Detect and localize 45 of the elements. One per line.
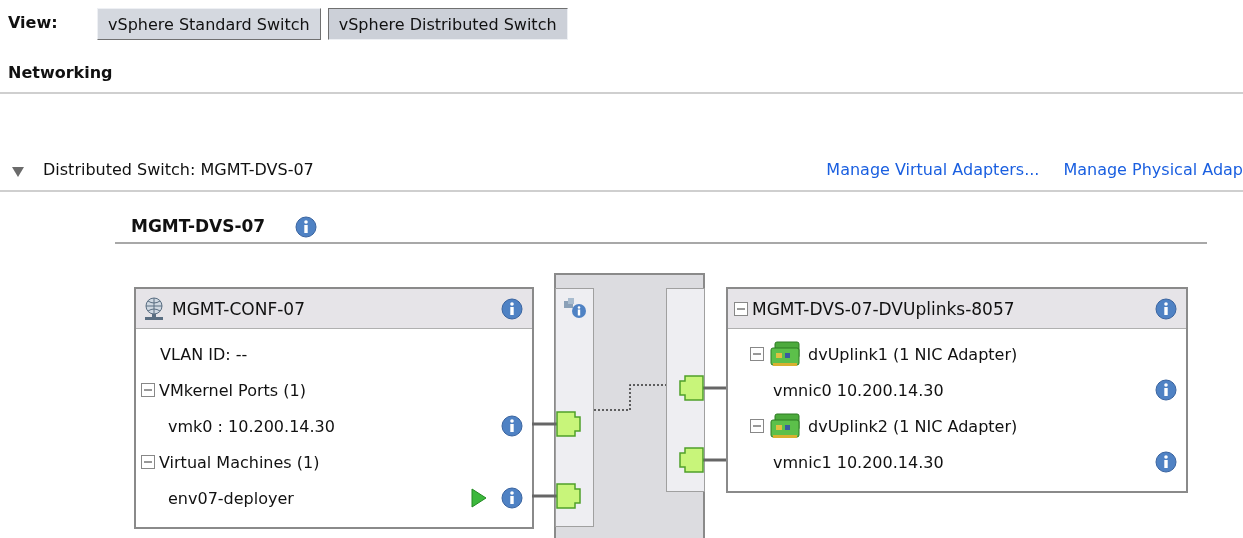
view-toggle-button[interactable]: vSphere Distributed Switch — [327, 8, 568, 40]
connector-line — [703, 458, 726, 462]
port-icon[interactable] — [679, 447, 704, 473]
info-icon[interactable] — [1155, 297, 1177, 320]
port-item: env07-deployer — [168, 488, 294, 508]
manage-link[interactable]: Manage Virtual Adapters... — [826, 160, 1040, 179]
connector-line — [532, 494, 557, 498]
info-icon[interactable] — [501, 297, 523, 320]
collapse-toggle-icon[interactable] — [734, 301, 748, 316]
switch-heading: Distributed Switch: MGMT-DVS-07 — [43, 160, 314, 179]
info-icon[interactable] — [1155, 379, 1177, 401]
view-toggle-button[interactable]: vSphere Standard Switch — [97, 8, 321, 40]
play-icon — [471, 488, 487, 508]
collapse-toggle-icon[interactable] — [141, 383, 155, 397]
info-icon[interactable] — [501, 415, 523, 437]
uplink-name: dvUplink2 (1 NIC Adapter) — [808, 416, 1018, 436]
info-icon[interactable] — [295, 216, 318, 238]
network-card-icon — [770, 412, 802, 440]
connector-line — [532, 422, 557, 426]
section-title: Networking — [8, 63, 113, 82]
vlan-id: VLAN ID: -- — [160, 344, 248, 364]
switch-name: MGMT-DVS-07 — [131, 216, 266, 236]
collapse-toggle-icon[interactable] — [750, 419, 764, 433]
uplink-name: dvUplink1 (1 NIC Adapter) — [808, 344, 1018, 364]
port-item: vmk0 : 10.200.14.30 — [168, 416, 335, 436]
collapse-toggle-icon[interactable] — [750, 347, 764, 361]
port-icon[interactable] — [679, 375, 704, 401]
network-globe-icon — [142, 296, 166, 321]
section-label: Virtual Machines (1) — [159, 452, 320, 472]
adapter-item: vmnic1 10.200.14.30 — [773, 452, 944, 472]
manage-link[interactable]: Manage Physical Adap — [1063, 160, 1243, 179]
port-icon[interactable] — [556, 483, 581, 509]
disclosure-triangle-icon[interactable] — [11, 164, 25, 178]
connector-line — [703, 386, 726, 390]
info-icon[interactable] — [1155, 451, 1177, 473]
view-label: View: — [8, 12, 59, 34]
info-icon[interactable] — [501, 487, 523, 509]
port-info-icon[interactable] — [562, 297, 588, 319]
port-group-name: MGMT-CONF-07 — [172, 298, 305, 319]
port-icon[interactable] — [556, 411, 581, 437]
uplink-group-name: MGMT-DVS-07-DVUplinks-8057 — [752, 298, 1015, 319]
network-card-icon — [770, 340, 802, 368]
adapter-item: vmnic0 10.200.14.30 — [773, 380, 944, 400]
section-label: VMkernel Ports (1) — [159, 380, 306, 400]
collapse-toggle-icon[interactable] — [141, 455, 155, 469]
